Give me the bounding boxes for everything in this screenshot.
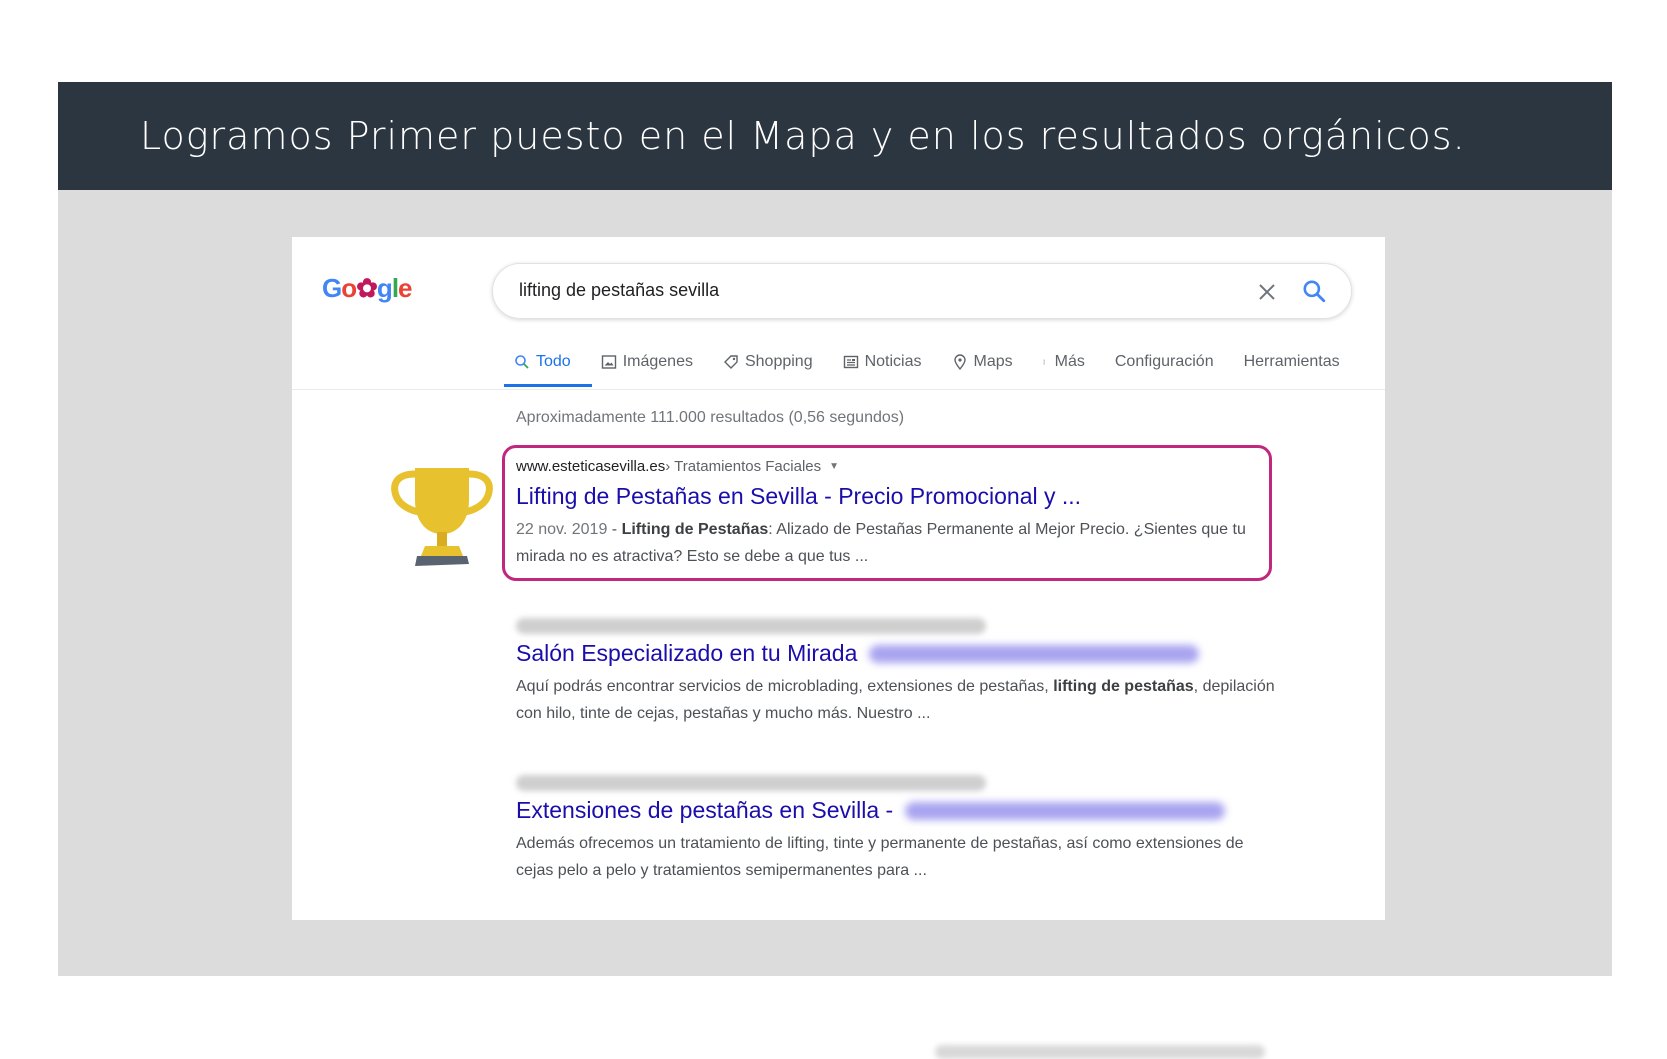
tab-maps[interactable]: Maps (952, 347, 1028, 377)
result-stats: Aproximadamente 111.000 resultados (0,56… (516, 409, 905, 426)
close-icon[interactable] (1255, 280, 1279, 304)
logo-letter: o (341, 273, 357, 303)
blurred-url (516, 775, 986, 791)
snippet-dash: - (607, 521, 622, 538)
logo-letter: g (376, 273, 393, 303)
tab-shopping[interactable]: Shopping (723, 347, 828, 377)
tab-label: Herramientas (1243, 353, 1340, 370)
tab-imagenes[interactable]: Imágenes (601, 347, 708, 377)
blurred-url (516, 618, 986, 634)
tab-noticias[interactable]: Noticias (843, 347, 937, 377)
active-tab-indicator (504, 384, 592, 387)
search-query-text[interactable]: lifting de pestañas sevilla (519, 280, 719, 301)
tab-label: Configuración (1114, 353, 1214, 370)
tag-icon (723, 355, 738, 369)
snippet-bold: Lifting de Pestañas (621, 521, 769, 538)
search-input[interactable]: lifting de pestañas sevilla (492, 263, 1352, 319)
blurred-title-part (869, 644, 1200, 663)
result-title-link[interactable]: Salón Especializado en tu Mirada (516, 640, 1276, 667)
tab-label: Más (1054, 353, 1085, 370)
more-vert-icon (1043, 359, 1045, 365)
search-icon[interactable] (1301, 278, 1327, 304)
blurred-text (935, 1045, 1265, 1059)
result-title[interactable]: Extensiones de pestañas en Sevilla - (516, 797, 893, 824)
result-snippet: 22 nov. 2019 - Lifting de Pestañas: Aliz… (516, 516, 1276, 570)
result-breadcrumb: › Tratamientos Faciales (665, 457, 822, 475)
banner-title: Logramos Primer puesto en el Mapa y en l… (140, 114, 1466, 158)
snippet-text: Aquí podrás encontrar servicios de micro… (516, 678, 1054, 695)
result-title-link[interactable]: Lifting de Pestañas en Sevilla - Precio … (516, 483, 1276, 510)
result-title-link[interactable]: Extensiones de pestañas en Sevilla - (516, 797, 1276, 824)
tab-configuracion[interactable]: Configuración (1115, 347, 1229, 377)
result-cite: www.esteticasevilla.es › Tratamientos Fa… (516, 455, 1276, 477)
map-pin-icon (953, 354, 966, 370)
trophy-icon (391, 468, 493, 566)
tab-label: Imágenes (622, 353, 693, 370)
caret-down-icon[interactable]: ▼ (829, 461, 839, 472)
divider (292, 389, 1385, 390)
image-icon (601, 355, 616, 369)
logo-letter: e (398, 273, 413, 303)
search-icon (515, 355, 529, 369)
news-icon (843, 355, 858, 369)
tab-label: Shopping (744, 353, 813, 370)
snippet-bold: lifting de pestañas (1053, 678, 1194, 695)
google-logo[interactable]: Go✿gle (322, 273, 413, 304)
search-result: Salón Especializado en tu Mirada Aquí po… (516, 612, 1276, 727)
tab-label: Noticias (864, 353, 922, 370)
tab-label: Maps (973, 353, 1013, 370)
result-domain[interactable]: www.esteticasevilla.es (516, 458, 665, 475)
header-banner: Logramos Primer puesto en el Mapa y en l… (58, 82, 1612, 190)
result-date: 22 nov. 2019 (516, 521, 608, 538)
result-title[interactable]: Salón Especializado en tu Mirada (516, 640, 857, 667)
doodle-flower-icon: ✿ (356, 273, 378, 303)
result-snippet: Aquí podrás encontrar servicios de micro… (516, 673, 1276, 727)
search-results-screenshot: Go✿gle lifting de pestañas sevilla Todo … (292, 237, 1385, 920)
blurred-title-part (905, 801, 1226, 820)
tab-herramientas[interactable]: Herramientas (1244, 347, 1355, 377)
tab-todo[interactable]: Todo (514, 347, 586, 377)
tab-label: Todo (536, 353, 571, 370)
result-snippet: Además ofrecemos un tratamiento de lifti… (516, 835, 1244, 879)
search-tabs: Todo Imágenes Shopping Noticias Maps Más… (514, 347, 1370, 377)
tab-mas[interactable]: Más (1043, 347, 1100, 377)
logo-letter: G (322, 273, 342, 303)
search-result: www.esteticasevilla.es › Tratamientos Fa… (516, 455, 1276, 570)
search-result: Extensiones de pestañas en Sevilla - Ade… (516, 769, 1276, 884)
